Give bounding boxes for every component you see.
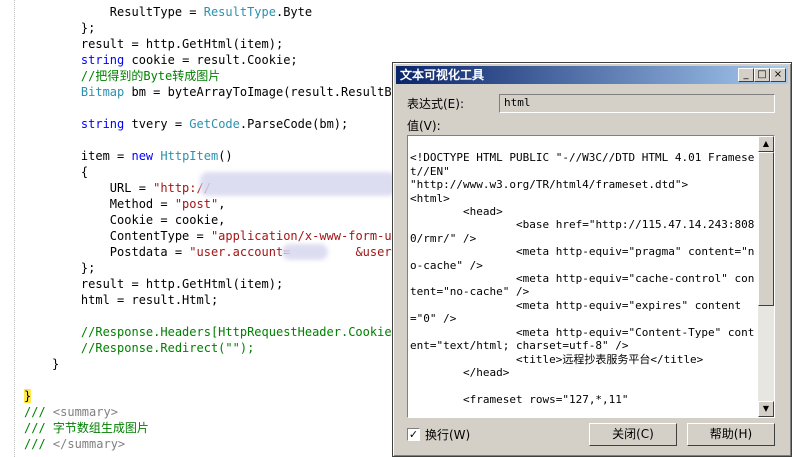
code-token: }; — [52, 21, 96, 35]
code-line: result = http.GetHtml(item); — [52, 36, 283, 52]
code-line: //把得到的Byte转成图片 — [52, 68, 220, 84]
wrap-label[interactable]: 换行(W) — [425, 428, 470, 442]
code-line: /// 字节数组生成图片 — [24, 420, 149, 436]
code-token: .Byte — [275, 5, 313, 19]
code-token: /// — [24, 405, 53, 419]
code-token: <summary> — [52, 405, 118, 419]
code-token: new — [131, 149, 154, 163]
minimize-button[interactable]: _ — [738, 68, 754, 82]
code-line: Method = "post", — [52, 196, 226, 212]
text-visualizer-dialog: 文本可视化工具 _ □ × 表达式(E): html 值(V): <!DOCTY… — [392, 62, 792, 457]
code-token: /// 字节数组生成图片 — [24, 421, 149, 435]
code-token: //把得到的Byte转成图片 — [52, 69, 221, 83]
value-textbox[interactable]: <!DOCTYPE HTML PUBLIC "-//W3C//DTD HTML … — [407, 135, 775, 418]
code-token: Cookie = cookie, — [52, 213, 226, 227]
code-token: //Response.Redirect(""); — [52, 341, 255, 355]
vertical-scrollbar[interactable]: ▲ ▼ — [758, 136, 774, 417]
scroll-down-button[interactable]: ▼ — [758, 401, 774, 417]
redaction-blur — [282, 244, 328, 260]
code-token: "post" — [174, 197, 219, 211]
code-token: string — [80, 53, 125, 67]
code-line: /// </summary> — [24, 436, 125, 452]
code-token: Bitmap — [80, 85, 125, 99]
code-token: }; — [52, 261, 96, 275]
code-token: , — [218, 197, 226, 211]
help-button[interactable]: 帮助(H) — [687, 423, 775, 446]
code-line: }; — [52, 20, 95, 36]
code-token: URL = — [52, 181, 154, 195]
code-line: { — [52, 164, 88, 180]
code-line: string cookie = result.Cookie; — [52, 52, 298, 68]
title-bar[interactable]: 文本可视化工具 _ □ × — [396, 66, 788, 84]
maximize-button[interactable]: □ — [754, 68, 770, 82]
code-line: Bitmap bm = byteArrayToImage(result.Resu… — [52, 84, 406, 100]
code-line: html = result.Html; — [52, 292, 218, 308]
value-text[interactable]: <!DOCTYPE HTML PUBLIC "-//W3C//DTD HTML … — [410, 138, 756, 416]
code-token: { — [52, 165, 89, 179]
code-token: string — [80, 117, 125, 131]
code-line: //Response.Redirect(""); — [52, 340, 254, 356]
code-line: item = new HttpItem() — [52, 148, 233, 164]
outline-guide — [14, 0, 15, 457]
code-token: Method = — [52, 197, 175, 211]
dialog-title: 文本可视化工具 — [400, 68, 485, 82]
code-token: result = http.GetHtml(item); — [52, 37, 284, 51]
scroll-thumb[interactable] — [758, 152, 774, 306]
code-token: "application/x-www-form-url — [210, 229, 407, 243]
code-token: //Response.Headers[HttpRequestHeader.Coo… — [52, 325, 399, 339]
code-token: Postdata = — [52, 245, 190, 259]
code-token: bm = byteArrayToImage(result.ResultByt — [124, 85, 407, 99]
code-line: URL = "http:// — [52, 180, 211, 196]
code-token: () — [218, 149, 233, 163]
code-token: /// — [24, 437, 53, 451]
code-token: item = — [52, 149, 132, 163]
code-line: string tvery = GetCode.ParseCode(bm); — [52, 116, 348, 132]
code-token: } — [24, 389, 32, 403]
code-token: </summary> — [52, 437, 126, 451]
scroll-up-button[interactable]: ▲ — [758, 136, 774, 152]
code-token: ContentType = — [52, 229, 211, 243]
code-line: Postdata = "user.account= &user.pas — [52, 244, 421, 260]
code-token: GetCode — [189, 117, 240, 131]
code-token: cookie = result.Cookie; — [124, 53, 298, 67]
code-token: } — [52, 357, 60, 371]
expression-label: 表达式(E): — [407, 97, 464, 111]
code-line: } — [24, 388, 32, 404]
code-token: ResultType — [203, 5, 276, 19]
code-line: }; — [52, 260, 95, 276]
code-line: /// <summary> — [24, 404, 118, 420]
code-line: //Response.Headers[HttpRequestHeader.Coo… — [52, 324, 399, 340]
wrap-checkbox[interactable]: ✓ — [407, 428, 420, 441]
code-line: } — [52, 356, 59, 372]
redaction-blur — [200, 172, 396, 196]
value-label: 值(V): — [407, 119, 441, 133]
code-line: ContentType = "application/x-www-form-ur… — [52, 228, 406, 244]
code-line: result = http.GetHtml(item); — [52, 276, 283, 292]
close-button[interactable]: 关闭(C) — [589, 423, 677, 446]
code-line: Cookie = cookie, — [52, 212, 226, 228]
close-window-button[interactable]: × — [770, 68, 786, 82]
code-token: result = http.GetHtml(item); — [52, 277, 284, 291]
code-token: HttpItem — [160, 149, 219, 163]
expression-field[interactable]: html — [499, 94, 775, 113]
code-token: .ParseCode(bm); — [239, 117, 349, 131]
code-token: tvery = — [124, 117, 190, 131]
code-token: html = result.Html; — [52, 293, 219, 307]
code-token: ResultType = — [52, 5, 204, 19]
code-line: ResultType = ResultType.Byte — [52, 4, 312, 20]
